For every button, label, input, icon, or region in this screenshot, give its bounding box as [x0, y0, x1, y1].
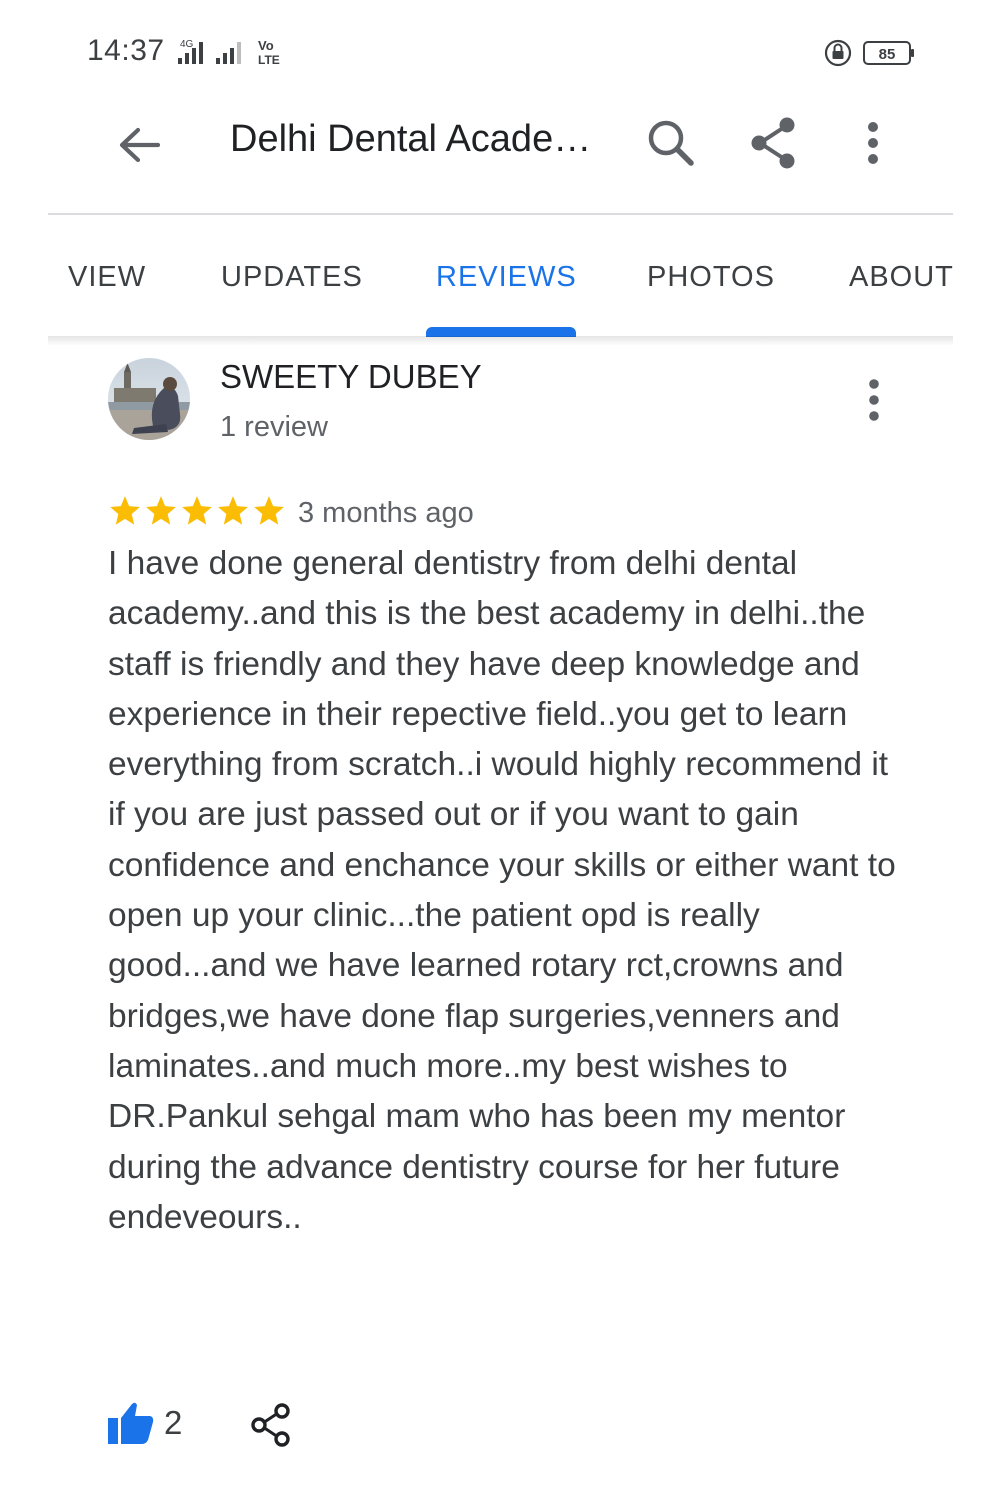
reviewer-name[interactable]: SWEETY DUBEY — [220, 358, 482, 396]
tab-bar: VIEW UPDATES REVIEWS PHOTOS ABOUT — [48, 216, 953, 337]
more-options-button[interactable] — [845, 112, 901, 174]
lock-rotation-icon — [824, 39, 852, 67]
review-options-button[interactable] — [850, 372, 898, 428]
tab-reviews[interactable]: REVIEWS — [436, 261, 577, 294]
signal-icons: 4G Vo LTE — [172, 36, 302, 68]
star-icon — [218, 496, 248, 525]
star-rating — [108, 493, 286, 533]
star-icon — [146, 496, 176, 525]
tab-photos[interactable]: PHOTOS — [647, 261, 775, 294]
share-icon — [251, 1403, 290, 1447]
star-icon — [110, 496, 140, 525]
tab-about[interactable]: ABOUT — [849, 261, 953, 294]
back-button[interactable] — [110, 115, 170, 175]
page-title: Delhi Dental Acade… — [230, 118, 592, 160]
tab-bar-shadow — [48, 336, 953, 346]
star-icon — [254, 496, 284, 525]
reviewer-review-count: 1 review — [220, 411, 328, 443]
more-vertical-icon — [869, 379, 879, 421]
more-vertical-icon — [868, 122, 878, 164]
svg-text:Vo: Vo — [258, 38, 274, 53]
review-share-button[interactable] — [248, 1402, 294, 1448]
tab-overview[interactable]: VIEW — [68, 261, 146, 294]
status-time: 14:37 — [87, 34, 165, 67]
reviewer-avatar[interactable] — [108, 358, 190, 440]
share-icon — [751, 117, 795, 169]
like-count: 2 — [164, 1404, 183, 1441]
network-type-label: 4G — [180, 39, 194, 50]
like-button[interactable] — [104, 1398, 156, 1448]
search-button[interactable] — [640, 112, 702, 174]
share-button[interactable] — [742, 112, 804, 174]
back-arrow-icon — [119, 127, 161, 163]
tab-updates[interactable]: UPDATES — [221, 261, 363, 294]
signal-strength-2-icon — [216, 42, 241, 64]
search-icon — [648, 120, 694, 166]
review-date: 3 months ago — [298, 497, 474, 529]
battery-level: 85 — [879, 46, 896, 63]
battery-indicator: 85 — [824, 38, 916, 68]
svg-text:LTE: LTE — [258, 53, 280, 67]
star-icon — [182, 496, 212, 525]
review-text: I have done general dentistry from delhi… — [108, 545, 896, 1236]
thumbs-up-icon — [108, 1402, 154, 1444]
battery-icon: 85 — [863, 41, 914, 65]
header-divider — [48, 213, 953, 215]
